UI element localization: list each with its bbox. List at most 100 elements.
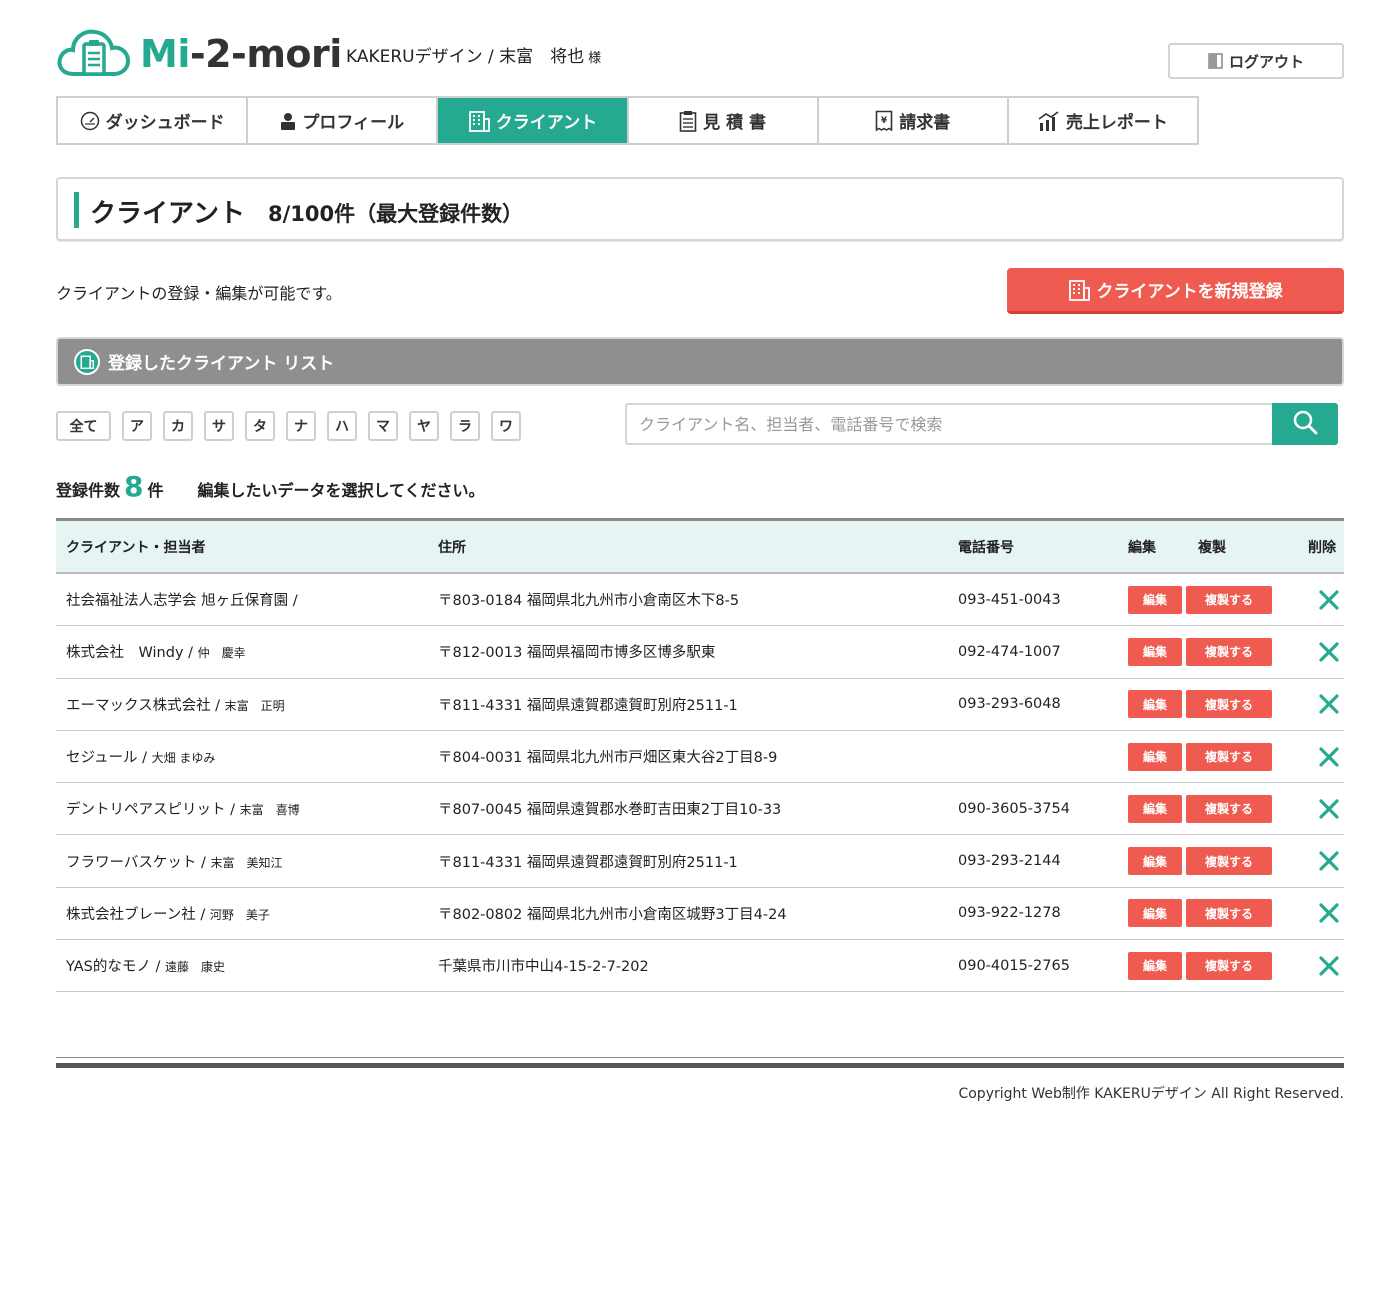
contact-person: 河野 美子 [209, 907, 270, 922]
tab-dashboard[interactable]: ダッシュボード [58, 98, 249, 143]
address-cell: 〒811-4331 福岡県遠賀郡遠賀町別府2511-1 [438, 854, 738, 871]
duplicate-button[interactable]: 複製する [1186, 899, 1272, 928]
tab-label: ダッシュボード [105, 113, 225, 133]
app-logo[interactable]: Mi-2-mori [56, 26, 342, 82]
tab-profile[interactable]: プロフィール [248, 98, 439, 143]
filter-all[interactable]: 全て [56, 411, 111, 441]
filter-kana[interactable]: ア [122, 411, 152, 441]
building-icon [1068, 279, 1091, 301]
tab-label: プロフィール [302, 113, 405, 133]
header-duplicate: 複製 [1198, 539, 1226, 556]
delete-cell [1298, 898, 1344, 928]
tab-sales-report[interactable]: 売上レポート [1009, 98, 1197, 143]
delete-button[interactable] [1314, 585, 1344, 615]
edit-button[interactable]: 編集 [1128, 690, 1182, 719]
page-description: クライアントの登録・編集が可能です。 [56, 284, 342, 303]
delete-button[interactable] [1314, 846, 1344, 876]
edit-cell: 編集 [1118, 899, 1188, 928]
duplicate-button[interactable]: 複製する [1186, 637, 1272, 666]
duplicate-button[interactable]: 複製する [1186, 794, 1272, 823]
summary-unit: 件 [147, 481, 164, 500]
duplicate-button[interactable]: 複製する [1186, 585, 1272, 614]
client-name: セジュール / [66, 750, 152, 767]
clipboard-icon [679, 110, 697, 132]
logout-button[interactable]: ログアウト [1168, 43, 1344, 79]
filter-kana[interactable]: カ [163, 411, 193, 441]
delete-cell [1298, 637, 1344, 667]
door-icon [1208, 53, 1223, 69]
tab-client[interactable]: クライアント [438, 98, 629, 143]
edit-cell: 編集 [1118, 794, 1188, 823]
address-cell: 〒803-0184 福岡県北九州市小倉南区木下8-5 [438, 593, 740, 610]
edit-button[interactable]: 編集 [1128, 742, 1182, 771]
close-icon [1319, 746, 1339, 767]
client-name: 社会福祉法人志学会 旭ヶ丘保育園 / [66, 593, 298, 610]
main-nav: ダッシュボード プロフィール クライアント 見 積 書 ¥ 請求書 売上レポート [56, 96, 1199, 145]
table-row[interactable]: デントリペアスピリット / 末富 喜博 〒807-0045 福岡県遠賀郡水巻町吉田… [56, 783, 1344, 836]
page-title-box: クライアント 8/100件（最大登録件数） [56, 177, 1344, 241]
duplicate-button[interactable]: 複製する [1186, 951, 1272, 980]
tab-label: 請求書 [899, 113, 951, 133]
client-name: フラワーバスケット / [66, 854, 211, 871]
duplicate-button[interactable]: 複製する [1186, 690, 1272, 719]
new-client-button[interactable]: クライアントを新規登録 [1007, 268, 1344, 314]
table-header: クライアント・担当者 住所 電話番号 編集 複製 削除 [56, 518, 1344, 574]
address-cell: 〒802-0802 福岡県北九州市小倉南区城野3丁目4-24 [438, 906, 787, 923]
delete-button[interactable] [1314, 742, 1344, 772]
duplicate-button[interactable]: 複製する [1186, 742, 1272, 771]
building-icon [74, 348, 100, 375]
delete-button[interactable] [1314, 689, 1344, 719]
client-cell: 株式会社ブレーン社 / 河野 美子 [56, 903, 428, 924]
table-row[interactable]: エーマックス株式会社 / 末富 正明 〒811-4331 福岡県遠賀郡遠賀町別府2… [56, 679, 1344, 731]
contact-person: 末富 美知江 [210, 855, 283, 870]
tab-invoice[interactable]: ¥ 請求書 [819, 98, 1009, 143]
edit-button[interactable]: 編集 [1128, 637, 1182, 666]
delete-button[interactable] [1314, 637, 1344, 667]
delete-button[interactable] [1314, 951, 1344, 981]
filter-kana[interactable]: ハ [327, 411, 357, 441]
edit-button[interactable]: 編集 [1128, 951, 1182, 980]
duplicate-cell: 複製する [1186, 742, 1298, 771]
delete-cell [1298, 689, 1344, 719]
edit-button[interactable]: 編集 [1128, 794, 1182, 823]
edit-cell: 編集 [1118, 951, 1188, 980]
filter-kana[interactable]: タ [245, 411, 275, 441]
filter-kana[interactable]: ヤ [409, 411, 439, 441]
contact-person: 末富 正明 [224, 698, 285, 713]
table-row[interactable]: 株式会社 Windy / 仲 慶幸 〒812-0013 福岡県福岡市博多区博多駅東… [56, 626, 1344, 679]
delete-cell [1298, 794, 1344, 824]
edit-button[interactable]: 編集 [1128, 847, 1182, 876]
filter-kana[interactable]: ナ [286, 411, 316, 441]
edit-button[interactable]: 編集 [1128, 899, 1182, 928]
client-name: エーマックス株式会社 / [66, 697, 225, 714]
phone-cell: 093-451-0043 [958, 591, 1061, 608]
duplicate-button[interactable]: 複製する [1186, 847, 1272, 876]
filter-kana[interactable]: マ [368, 411, 398, 441]
filter-kana[interactable]: ラ [450, 411, 480, 441]
table-row[interactable]: 社会福祉法人志学会 旭ヶ丘保育園 / 〒803-0184 福岡県北九州市小倉南区木… [56, 574, 1344, 627]
header-edit: 編集 [1128, 539, 1156, 556]
delete-button[interactable] [1314, 794, 1344, 824]
summary-label: 登録件数 [56, 481, 121, 500]
tab-estimate[interactable]: 見 積 書 [629, 98, 819, 143]
table-row[interactable]: セジュール / 大畑 まゆみ 〒804-0031 福岡県北九州市戸畑区東大谷2丁目… [56, 731, 1344, 784]
close-icon [1319, 851, 1339, 871]
filter-kana[interactable]: サ [204, 411, 234, 441]
filter-kana[interactable]: ワ [491, 411, 521, 441]
duplicate-cell: 複製する [1186, 690, 1298, 719]
phone-cell: 090-4015-2765 [958, 957, 1070, 974]
search-input[interactable] [625, 403, 1272, 445]
tab-label: 見 積 書 [703, 113, 767, 133]
table-row[interactable]: フラワーバスケット / 末富 美知江 〒811-4331 福岡県遠賀郡遠賀町別府2… [56, 835, 1344, 888]
client-table: クライアント・担当者 住所 電話番号 編集 複製 削除 社会福祉法人志学会 旭ヶ… [56, 518, 1344, 993]
edit-button[interactable]: 編集 [1128, 585, 1182, 614]
client-cell: フラワーバスケット / 末富 美知江 [56, 851, 428, 872]
table-row[interactable]: YAS的なモノ / 遠藤 康史 千葉県市川市中山4-15-2-7-202 090-4… [56, 940, 1344, 993]
table-row[interactable]: 株式会社ブレーン社 / 河野 美子 〒802-0802 福岡県北九州市小倉南区城野… [56, 888, 1344, 941]
search-button[interactable] [1272, 403, 1338, 445]
search-bar [625, 403, 1338, 445]
tab-label: 売上レポート [1065, 113, 1168, 133]
logout-label: ログアウト [1228, 52, 1304, 71]
delete-button[interactable] [1314, 898, 1344, 928]
client-cell: デントリペアスピリット / 末富 喜博 [56, 798, 428, 819]
